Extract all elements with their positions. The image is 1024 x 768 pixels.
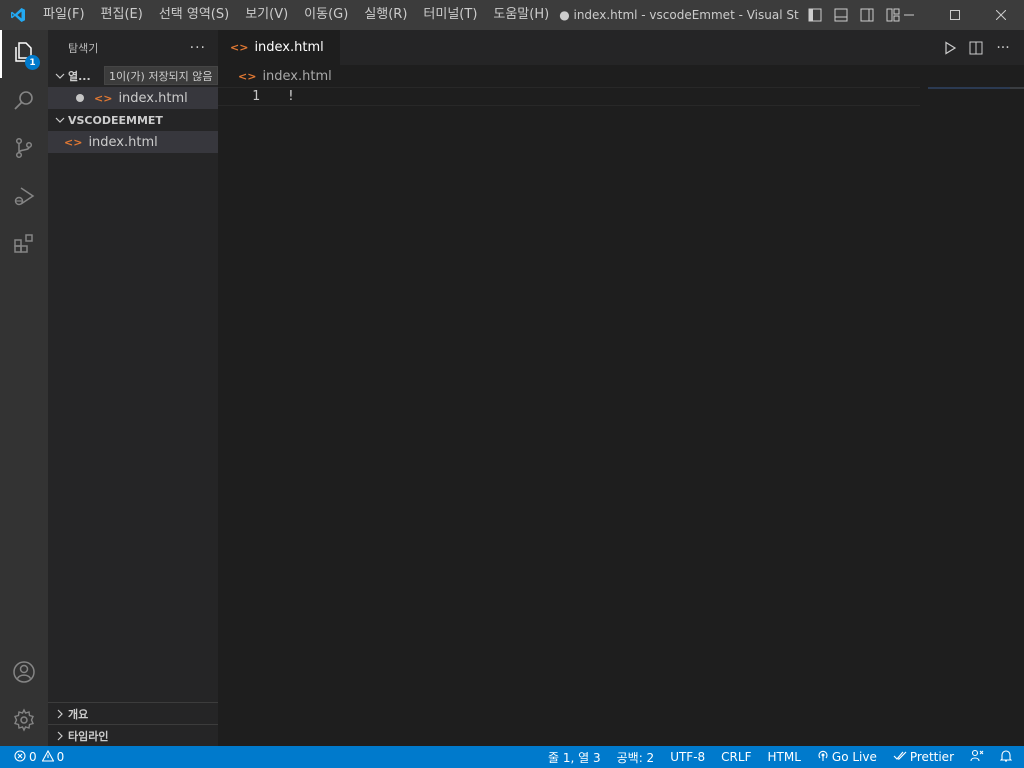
more-actions-icon[interactable]: ···: [994, 40, 1012, 56]
scrollbar[interactable]: [1010, 87, 1024, 89]
folder-label: VSCODEEMMET: [68, 113, 163, 127]
status-bar: 0 0 줄 1, 열 3 공백: 2 UTF-8 CRLF HTML Go Li…: [0, 746, 1024, 768]
folder-section[interactable]: VSCODEEMMET: [48, 109, 218, 131]
toggle-secondary-sidebar-icon[interactable]: [855, 0, 879, 30]
error-count: 0: [29, 750, 37, 764]
go-live-label: Go Live: [831, 750, 877, 764]
unsaved-dot-icon[interactable]: [76, 94, 84, 102]
extensions-button[interactable]: [0, 222, 48, 270]
html-file-icon: <>: [238, 69, 257, 83]
menu-bar: 파일(F) 편집(E) 선택 영역(S) 보기(V) 이동(G) 실행(R) 터…: [35, 0, 557, 30]
window-title: ● index.html - vscodeEmmet - Visual Stud…: [559, 8, 799, 22]
explorer-sidebar: 탐색기 ··· 열... 1이(가) 저장되지 않음 <> index.html…: [48, 30, 218, 746]
html-file-icon: <>: [64, 135, 83, 149]
open-editors-section[interactable]: 열... 1이(가) 저장되지 않음: [48, 65, 218, 87]
end-of-line[interactable]: CRLF: [713, 746, 759, 768]
sidebar-bottom-sections: 개요 타임라인: [48, 702, 218, 746]
window-controls: [886, 0, 1024, 30]
account-icon: [12, 660, 36, 688]
feedback-icon: [970, 749, 984, 766]
prettier-label: Prettier: [909, 750, 954, 764]
folder-filename: index.html: [88, 134, 158, 150]
menu-run[interactable]: 실행(R): [356, 0, 415, 30]
menu-terminal[interactable]: 터미널(T): [415, 0, 485, 30]
go-live-button[interactable]: Go Live: [809, 746, 885, 768]
prettier-button[interactable]: Prettier: [885, 746, 962, 768]
tab-index-html[interactable]: <> index.html: [218, 30, 340, 65]
chevron-right-icon: [52, 709, 68, 719]
extensions-icon: [12, 232, 36, 260]
sidebar-more-icon[interactable]: ···: [190, 40, 206, 56]
problems-indicator[interactable]: 0 0: [0, 749, 65, 765]
menu-edit[interactable]: 편집(E): [93, 0, 151, 30]
timeline-label: 타임라인: [68, 729, 109, 743]
feedback-button[interactable]: [962, 746, 992, 768]
run-debug-icon: [12, 184, 36, 212]
maximize-icon[interactable]: [932, 0, 978, 30]
tab-bar: <> index.html ···: [218, 30, 1024, 65]
explorer-button[interactable]: 1: [0, 30, 48, 78]
sidebar-title: 탐색기: [68, 41, 99, 55]
manage-button[interactable]: [0, 698, 48, 746]
search-icon: [12, 88, 36, 116]
chevron-right-icon: [52, 731, 68, 741]
search-button[interactable]: [0, 78, 48, 126]
status-right: 줄 1, 열 3 공백: 2 UTF-8 CRLF HTML Go Live P…: [540, 746, 1024, 768]
vscode-logo-icon: [0, 0, 35, 30]
outline-section[interactable]: 개요: [48, 702, 218, 724]
explorer-badge: 1: [25, 55, 40, 70]
open-editor-item[interactable]: <> index.html: [48, 87, 218, 109]
editor-area: <> index.html ··· <> index.html 1 !: [218, 30, 1024, 746]
source-control-button[interactable]: [0, 126, 48, 174]
toggle-panel-icon[interactable]: [829, 0, 853, 30]
html-file-icon: <>: [94, 91, 113, 105]
outline-label: 개요: [68, 707, 89, 721]
cursor-position[interactable]: 줄 1, 열 3: [540, 746, 609, 768]
unsaved-tooltip: 1이(가) 저장되지 않음: [104, 66, 218, 85]
gear-icon: [12, 708, 36, 736]
close-icon[interactable]: [978, 0, 1024, 30]
code-area[interactable]: 1 !: [218, 87, 1024, 687]
notifications-button[interactable]: [992, 746, 1024, 768]
accounts-button[interactable]: [0, 650, 48, 698]
menu-file[interactable]: 파일(F): [35, 0, 93, 30]
timeline-section[interactable]: 타임라인: [48, 724, 218, 746]
menu-help[interactable]: 도움말(H): [485, 0, 557, 30]
line-number: 1: [252, 89, 260, 104]
split-editor-icon[interactable]: [968, 40, 984, 56]
open-editor-filename: index.html: [118, 90, 188, 106]
encoding[interactable]: UTF-8: [662, 746, 713, 768]
chevron-down-icon: [52, 115, 68, 125]
double-check-icon: [893, 750, 907, 765]
minimize-icon[interactable]: [886, 0, 932, 30]
warning-count: 0: [56, 750, 65, 764]
code-line[interactable]: 1 !: [218, 87, 920, 106]
run-icon[interactable]: [942, 40, 958, 56]
run-debug-button[interactable]: [0, 174, 48, 222]
chevron-down-icon: [52, 71, 68, 81]
indentation[interactable]: 공백: 2: [609, 746, 663, 768]
tab-label: index.html: [254, 40, 324, 55]
source-control-icon: [12, 136, 36, 164]
warning-icon: [41, 749, 55, 765]
menu-view[interactable]: 보기(V): [237, 0, 296, 30]
breadcrumb-file[interactable]: index.html: [262, 69, 331, 84]
activity-bar-bottom: [0, 650, 48, 746]
bell-icon: [999, 749, 1013, 765]
activity-bar: 1: [0, 30, 48, 746]
toggle-primary-sidebar-icon[interactable]: [803, 0, 827, 30]
error-icon: [14, 749, 26, 765]
html-file-icon: <>: [230, 41, 249, 54]
language-mode[interactable]: HTML: [759, 746, 808, 768]
menu-go[interactable]: 이동(G): [296, 0, 356, 30]
broadcast-icon: [817, 750, 829, 765]
line-content[interactable]: !: [287, 89, 295, 104]
open-editors-label: 열...: [68, 70, 91, 83]
editor-actions: ···: [942, 30, 1012, 65]
menu-selection[interactable]: 선택 영역(S): [151, 0, 237, 30]
breadcrumb: <> index.html: [218, 65, 1024, 87]
folder-file-item[interactable]: <> index.html: [48, 131, 218, 153]
title-bar: 파일(F) 편집(E) 선택 영역(S) 보기(V) 이동(G) 실행(R) 터…: [0, 0, 1024, 30]
sidebar-header: 탐색기 ···: [48, 30, 218, 65]
